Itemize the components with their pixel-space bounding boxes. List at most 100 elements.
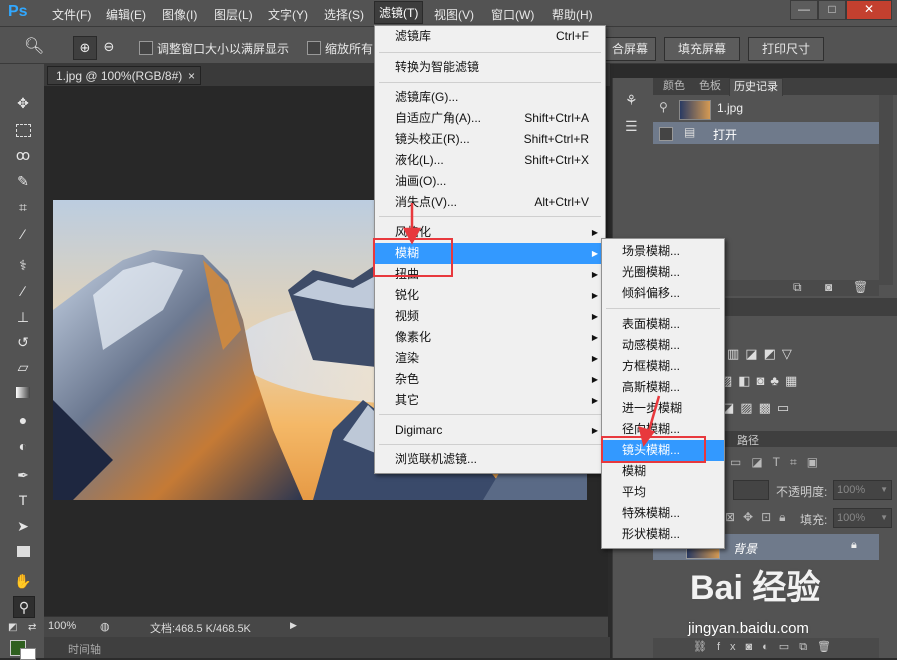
eyedropper-tool-icon[interactable]: ⁄ (13, 224, 33, 244)
menu-view[interactable]: 视图(V) (434, 6, 474, 23)
gradient-tool-icon[interactable] (13, 383, 33, 403)
adjustment-icons-row-1[interactable]: ▥◪◩▽ (727, 346, 798, 362)
adjustment-icons-row-2[interactable]: ▨◧◙♣▦ (720, 373, 803, 389)
submenu-item-shape-blur[interactable]: 形状模糊... (602, 524, 724, 545)
submenu-item-smart-blur[interactable]: 特殊模糊... (602, 503, 724, 524)
menu-item-vanishing-point[interactable]: 消失点(V)... Alt+Ctrl+V (375, 192, 605, 213)
healing-brush-tool-icon[interactable]: ⚕ (13, 255, 33, 275)
menu-item-lens-correction[interactable]: 镜头校正(R)... Shift+Ctrl+R (375, 129, 605, 150)
tab-history[interactable]: 历史记录 (729, 78, 783, 96)
menu-item-adaptive-wide-angle[interactable]: 自适应广角(A)... Shift+Ctrl+A (375, 108, 605, 129)
menu-type[interactable]: 文字(Y) (268, 6, 308, 23)
submenu-item-motion-blur[interactable]: 动感模糊... (602, 335, 724, 356)
default-colors-icon[interactable]: ◩ (8, 622, 17, 633)
pen-tool-icon[interactable]: ✒ (13, 465, 33, 485)
brush-tool-icon[interactable]: ∕ (13, 281, 33, 301)
status-info-icon[interactable]: ◍ (100, 620, 110, 633)
menu-item-filter-gallery-last[interactable]: 滤镜库 Ctrl+F (375, 26, 605, 47)
layer-footer-icons[interactable]: ⛓fx◙◐▭⧉🗑︎ (693, 640, 841, 654)
menu-item-digimarc[interactable]: Digimarc ▶ (375, 420, 605, 441)
background-color-swatch[interactable] (20, 648, 36, 660)
swap-colors-icon[interactable]: ⇄ (28, 622, 36, 633)
dodge-tool-icon[interactable]: ◐ (13, 436, 33, 456)
close-window-button[interactable]: ✕ (846, 0, 892, 20)
history-scrollbar[interactable] (879, 95, 893, 285)
history-snapshot[interactable]: ⚲ 1.jpg (657, 98, 877, 120)
submenu-item-surface-blur[interactable]: 表面模糊... (602, 314, 724, 335)
blend-mode-select[interactable] (733, 480, 769, 500)
fill-field[interactable]: 100% ▼ (833, 508, 892, 528)
history-item[interactable]: ▤ 打开 (653, 122, 879, 144)
adjust-sliders-icon[interactable]: ☰ (625, 118, 638, 135)
brush-preset-icon[interactable]: ⚘ (625, 92, 638, 109)
lock-icons[interactable]: ⊠✥⊡🔒︎ (725, 510, 794, 525)
adjustment-icons-row-3[interactable]: ◪▨▩▭ (722, 400, 795, 416)
resize-windows-checkbox[interactable] (139, 41, 153, 55)
history-item-checkbox[interactable] (659, 127, 673, 141)
tab-swatches[interactable]: 色板 (695, 78, 725, 95)
menu-edit[interactable]: 编辑(E) (106, 6, 146, 23)
zoom-level[interactable]: 100% (48, 620, 76, 632)
menu-item-liquify[interactable]: 液化(L)... Shift+Ctrl+X (375, 150, 605, 171)
tab-paths[interactable]: 路径 (737, 432, 759, 448)
submenu-item-box-blur[interactable]: 方框模糊... (602, 356, 724, 377)
submenu-item-average[interactable]: 平均 (602, 482, 724, 503)
zoom-tool-preset-icon[interactable]: 🔍︎▼ (24, 36, 54, 71)
menu-image[interactable]: 图像(I) (162, 6, 197, 23)
menu-item-video[interactable]: 视频 ▶ (375, 306, 605, 327)
menu-item-filter-gallery[interactable]: 滤镜库(G)... (375, 87, 605, 108)
layer-filter-icons[interactable]: ▭◪T⌗▣ (730, 455, 828, 470)
new-document-from-state-icon[interactable]: ⧉ (793, 280, 802, 295)
marquee-tool-icon[interactable] (13, 120, 33, 140)
submenu-item-blur-more[interactable]: 进一步模糊 (602, 398, 724, 419)
menu-item-noise[interactable]: 杂色 ▶ (375, 369, 605, 390)
menu-item-browse-online-filters[interactable]: 浏览联机滤镜... (375, 449, 605, 470)
menu-item-render[interactable]: 渲染 ▶ (375, 348, 605, 369)
type-tool-icon[interactable]: T (13, 490, 33, 510)
menu-file[interactable]: 文件(F) (52, 6, 91, 23)
submenu-item-tilt-shift[interactable]: 倾斜偏移... (602, 283, 724, 304)
zoom-out-icon[interactable]: ⊖ (98, 36, 120, 58)
zoom-tool-icon[interactable]: ⚲ (13, 596, 35, 618)
snapshot-camera-icon[interactable]: ◙ (825, 280, 832, 294)
menu-filter[interactable]: 滤镜(T) (373, 1, 424, 24)
timeline-label[interactable]: 时间轴 (68, 641, 101, 657)
status-menu-arrow-icon[interactable]: ▶ (290, 620, 297, 631)
submenu-item-field-blur[interactable]: 场景模糊... (602, 241, 724, 262)
history-brush-tool-icon[interactable]: ↺ (13, 332, 33, 352)
trash-icon[interactable]: 🗑︎ (853, 280, 868, 294)
hand-tool-icon[interactable]: ✋ (13, 571, 33, 591)
fill-screen-button[interactable]: 填充屏幕 (664, 37, 740, 61)
submenu-item-gaussian-blur[interactable]: 高斯模糊... (602, 377, 724, 398)
submenu-item-blur[interactable]: 模糊 (602, 461, 724, 482)
menu-help[interactable]: 帮助(H) (552, 6, 593, 23)
zoom-in-icon[interactable]: ⊕ (73, 36, 97, 60)
rectangle-tool-icon[interactable] (13, 542, 33, 562)
document-tab[interactable]: 1.jpg @ 100%(RGB/8#) × (47, 66, 201, 85)
menu-select[interactable]: 选择(S) (324, 6, 364, 23)
lasso-tool-icon[interactable]: ꝏ (13, 145, 33, 165)
minimize-button[interactable]: — (790, 0, 818, 20)
eraser-tool-icon[interactable]: ▱ (13, 357, 33, 377)
submenu-item-iris-blur[interactable]: 光圈模糊... (602, 262, 724, 283)
menu-item-pixelate[interactable]: 像素化 ▶ (375, 327, 605, 348)
menu-item-convert-smart-filters[interactable]: 转换为智能滤镜 (375, 57, 605, 78)
menu-item-other[interactable]: 其它 ▶ (375, 390, 605, 411)
menu-window[interactable]: 窗口(W) (491, 6, 534, 23)
fit-screen-button[interactable]: 合屏幕 (604, 37, 656, 61)
path-selection-tool-icon[interactable]: ➤ (13, 516, 33, 536)
menu-item-oil-paint[interactable]: 油画(O)... (375, 171, 605, 192)
tab-color[interactable]: 颜色 (659, 78, 689, 95)
crop-tool-icon[interactable]: ⌗ (13, 197, 33, 217)
move-tool-icon[interactable]: ✥ (13, 93, 33, 113)
zoom-all-checkbox[interactable] (307, 41, 321, 55)
quick-select-tool-icon[interactable]: ✎ (13, 171, 33, 191)
print-size-button[interactable]: 打印尺寸 (748, 37, 824, 61)
opacity-field[interactable]: 100% ▼ (833, 480, 892, 500)
menu-item-sharpen[interactable]: 锐化 ▶ (375, 285, 605, 306)
menu-layer[interactable]: 图层(L) (214, 6, 253, 23)
restore-button[interactable]: □ (818, 0, 846, 20)
blur-tool-icon[interactable]: ● (13, 410, 33, 430)
close-document-icon[interactable]: × (188, 67, 195, 85)
clone-stamp-tool-icon[interactable]: ⊥ (13, 307, 33, 327)
